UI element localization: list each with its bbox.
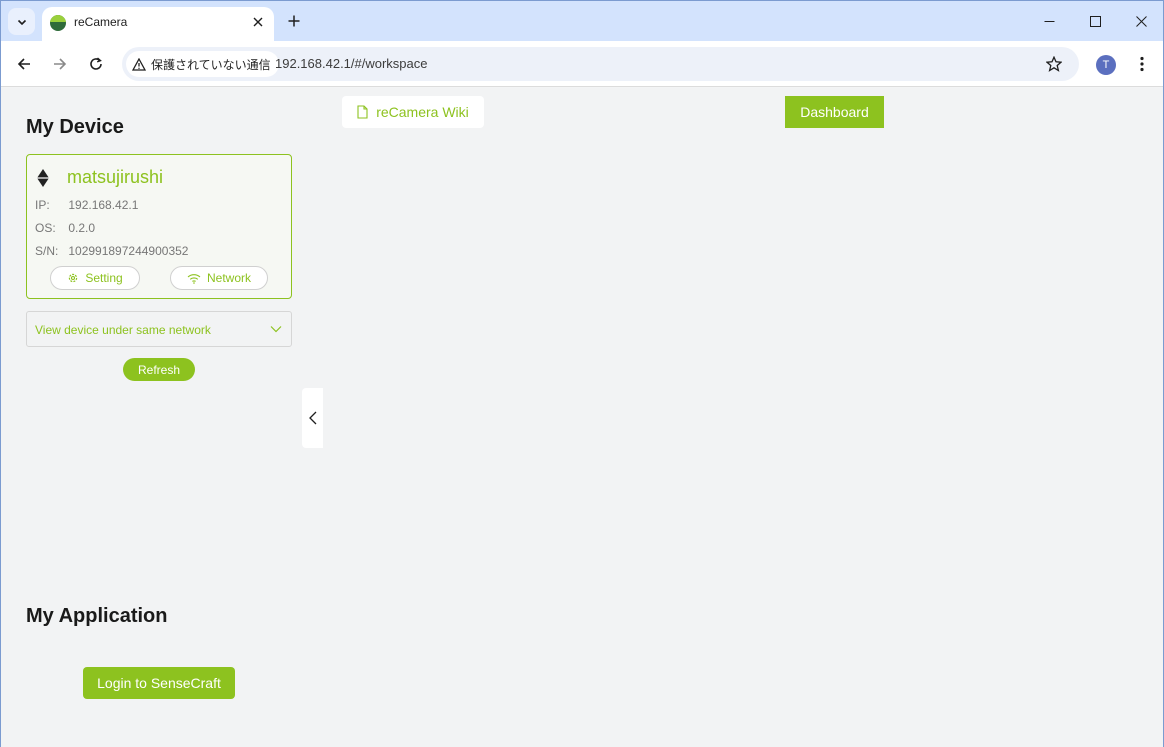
security-chip[interactable]: 保護されていない通信: [126, 51, 279, 77]
device-card[interactable]: matsujirushi IP: 192.168.42.1 OS: 0.2.0 …: [26, 154, 292, 299]
reload-icon: [90, 57, 102, 70]
os-label: OS:: [35, 221, 56, 235]
device-os-row: OS: 0.2.0: [35, 221, 95, 235]
tab-title: reCamera: [74, 15, 128, 29]
ip-label: IP:: [35, 198, 50, 212]
network-select-value: View device under same network: [35, 323, 211, 337]
plus-icon: [288, 15, 300, 27]
recamera-wiki-button[interactable]: reCamera Wiki: [342, 96, 484, 128]
kebab-menu-icon: [1140, 56, 1144, 72]
reload-button[interactable]: [82, 50, 110, 78]
device-sn-row: S/N: 102991897244900352: [35, 244, 188, 258]
minimize-icon: [1044, 20, 1054, 22]
network-device-select[interactable]: View device under same network: [26, 311, 292, 347]
workspace-page: My Device matsujirushi IP: 192.168.42.1 …: [1, 88, 1163, 747]
star-icon: [1046, 56, 1062, 72]
sidebar-collapse-button[interactable]: [302, 388, 323, 448]
gear-icon: [69, 273, 78, 283]
network-button[interactable]: Network: [170, 266, 268, 290]
my-application-title: My Application: [26, 605, 168, 627]
back-button[interactable]: [10, 50, 38, 78]
new-tab-button[interactable]: [283, 10, 305, 32]
sidebar: My Device matsujirushi IP: 192.168.42.1 …: [1, 88, 321, 747]
tab-strip: reCamera: [1, 1, 1163, 41]
wifi-icon: [187, 273, 201, 284]
recamera-favicon-icon: [50, 15, 66, 31]
browser-tab[interactable]: reCamera: [42, 7, 274, 41]
network-label: Network: [206, 271, 251, 285]
my-device-title: My Device: [26, 116, 124, 138]
minimize-button[interactable]: [1034, 7, 1064, 35]
device-ip-row: IP: 192.168.42.1: [35, 198, 138, 212]
close-icon: [253, 17, 263, 27]
dashboard-button[interactable]: Dashboard: [785, 96, 884, 128]
browser-toolbar: 保護されていない通信 192.168.42.1/#/workspace T: [1, 41, 1163, 87]
ip-value: 192.168.42.1: [68, 198, 139, 212]
chevron-left-icon: [308, 411, 316, 425]
maximize-button[interactable]: [1080, 7, 1110, 35]
maximize-icon: [1089, 15, 1101, 27]
device-diamond-icon: [37, 169, 49, 187]
wiki-label: reCamera Wiki: [376, 104, 469, 120]
login-sensecraft-button[interactable]: Login to SenseCraft: [83, 667, 235, 699]
chevron-down-icon: [270, 326, 282, 333]
profile-avatar[interactable]: T: [1096, 55, 1116, 75]
setting-label: Setting: [85, 271, 123, 285]
document-icon: [357, 105, 368, 119]
tab-close-button[interactable]: [248, 12, 268, 32]
forward-button[interactable]: [46, 50, 74, 78]
forward-arrow-icon: [54, 58, 67, 70]
setting-button[interactable]: Setting: [50, 266, 140, 290]
device-name: matsujirushi: [67, 167, 164, 187]
sn-label: S/N:: [35, 244, 59, 258]
bookmark-button[interactable]: [1042, 52, 1066, 76]
security-label: 保護されていない通信: [151, 57, 271, 72]
sn-value: 102991897244900352: [68, 244, 189, 258]
refresh-button[interactable]: Refresh: [123, 358, 195, 381]
close-window-button[interactable]: [1126, 7, 1156, 35]
tab-search-button[interactable]: [8, 8, 35, 35]
browser-window: reCamera 保護されていない通信 192.168.42.1/#/works…: [0, 0, 1164, 747]
warning-icon: [132, 57, 146, 71]
url-text: 192.168.42.1/#/workspace: [275, 56, 428, 71]
address-bar[interactable]: 保護されていない通信 192.168.42.1/#/workspace: [122, 47, 1079, 81]
close-icon: [1135, 15, 1147, 27]
back-arrow-icon: [17, 58, 30, 70]
os-value: 0.2.0: [68, 221, 96, 235]
chevron-down-icon: [17, 19, 26, 25]
browser-menu-button[interactable]: [1131, 52, 1153, 76]
